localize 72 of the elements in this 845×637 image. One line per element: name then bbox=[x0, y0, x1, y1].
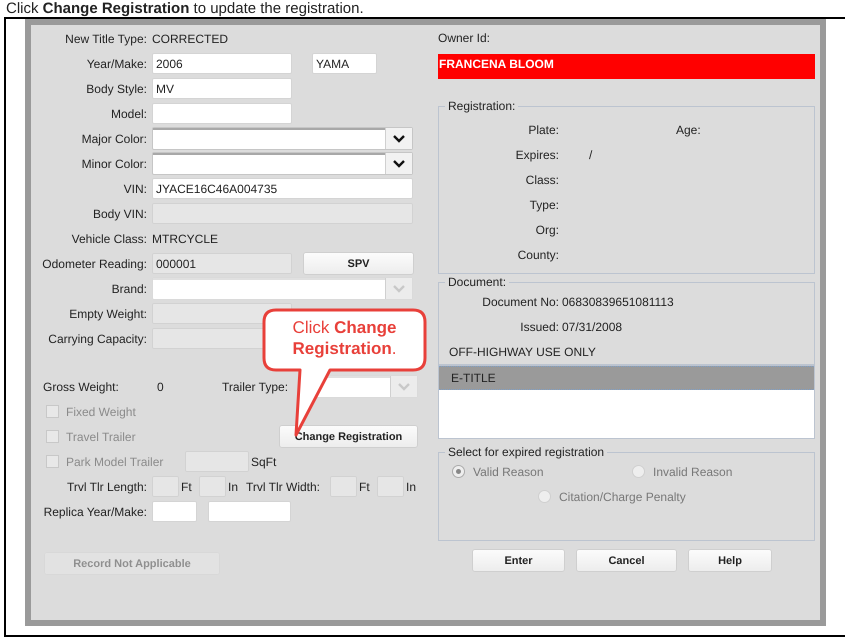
field-label: Body VIN: bbox=[92, 206, 148, 220]
field-label: Odometer Reading: bbox=[41, 256, 148, 270]
dropdown[interactable] bbox=[152, 152, 413, 175]
field-value: / bbox=[589, 148, 592, 162]
text-field[interactable] bbox=[152, 501, 197, 522]
field-label: Plate: bbox=[527, 122, 559, 136]
text-field[interactable]: 000001 bbox=[152, 253, 292, 274]
field-value: 06830839651081113 bbox=[561, 294, 674, 308]
field-label: Trvl Tlr Length: bbox=[66, 480, 148, 494]
spv-button[interactable]: SPV bbox=[303, 252, 414, 275]
text-field[interactable] bbox=[208, 501, 291, 522]
field-label: New Title Type: bbox=[64, 32, 148, 46]
field-value: 0 bbox=[157, 380, 165, 394]
field-label: Expires: bbox=[514, 148, 559, 162]
radio-label: Valid Reason bbox=[473, 464, 544, 478]
chevron-down-icon bbox=[393, 160, 405, 168]
chevron-down-icon bbox=[393, 284, 405, 292]
field-label: Carrying Capacity: bbox=[47, 332, 148, 346]
field-label: Model: bbox=[110, 106, 148, 120]
dialog-button[interactable]: Help bbox=[688, 549, 772, 572]
field-value: 07/31/2008 bbox=[561, 320, 622, 334]
field-label: Vehicle Class: bbox=[70, 232, 148, 246]
dropdown[interactable] bbox=[152, 127, 413, 150]
field-label: Issued: bbox=[519, 320, 559, 334]
checkbox-label: Travel Trailer bbox=[66, 430, 136, 444]
field-label: Gross Weight: bbox=[42, 380, 120, 394]
owner-name: FRANCENA BLOOM bbox=[438, 54, 815, 79]
field-label: Minor Color: bbox=[80, 156, 148, 170]
group-title: Document: bbox=[447, 275, 508, 289]
chevron-down-icon bbox=[393, 134, 405, 142]
text-field[interactable]: JYACE16C46A004735 bbox=[152, 178, 413, 199]
dialog-button[interactable]: Enter bbox=[472, 549, 565, 572]
group-title: Registration: bbox=[447, 99, 516, 113]
instruction-text: Click Change Registration to update the registration. bbox=[5, 0, 365, 17]
field-label: Replica Year/Make: bbox=[42, 504, 148, 518]
unit-label: Ft bbox=[358, 480, 371, 494]
field-label: Age: bbox=[676, 122, 701, 136]
field-label: Type: bbox=[528, 198, 559, 212]
document-note: OFF-HIGHWAY USE ONLY bbox=[449, 344, 596, 358]
text-field[interactable] bbox=[152, 103, 292, 124]
chevron-down-icon bbox=[398, 382, 410, 390]
field-label: VIN: bbox=[122, 182, 148, 196]
change-registration-button[interactable]: Change Registration bbox=[279, 425, 418, 448]
unit-label: In bbox=[227, 480, 240, 494]
field-label: Body Style: bbox=[85, 82, 148, 96]
field-label: Class: bbox=[524, 172, 559, 186]
field-label: Empty Weight: bbox=[68, 306, 148, 320]
callout-text: Click Change Registration. bbox=[292, 317, 398, 359]
text-field[interactable]: 2006 bbox=[152, 53, 292, 74]
field-value: CORRECTED bbox=[152, 32, 228, 46]
radio-label: Citation/Charge Penalty bbox=[559, 490, 686, 504]
checkbox-label: Park Model Trailer bbox=[66, 454, 164, 468]
field-label: County: bbox=[516, 248, 559, 262]
field-label: Owner Id: bbox=[438, 30, 490, 44]
unit-label: In bbox=[405, 480, 418, 494]
field-label: Year/Make: bbox=[86, 56, 148, 70]
dialog-button[interactable]: Cancel bbox=[576, 549, 677, 572]
unit-label: SqFt bbox=[250, 454, 276, 468]
field-label: Trailer Type: bbox=[222, 380, 290, 394]
radio-label: Invalid Reason bbox=[653, 464, 732, 478]
field-label: Org: bbox=[534, 222, 559, 236]
group-title: Select for expired registration bbox=[447, 445, 606, 459]
field-label: Document No: bbox=[481, 294, 559, 308]
field-label: Brand: bbox=[110, 282, 148, 296]
field-value: MTRCYCLE bbox=[152, 232, 218, 246]
text-field[interactable]: MV bbox=[152, 78, 292, 99]
unit-label: Ft bbox=[180, 480, 193, 494]
checkbox-label: Fixed Weight bbox=[66, 404, 136, 418]
field-label: Trvl Tlr Width: bbox=[246, 480, 321, 494]
text-field[interactable]: YAMA bbox=[312, 53, 377, 74]
list-item[interactable]: E-TITLE bbox=[439, 366, 814, 390]
field-label: Major Color: bbox=[80, 132, 148, 146]
